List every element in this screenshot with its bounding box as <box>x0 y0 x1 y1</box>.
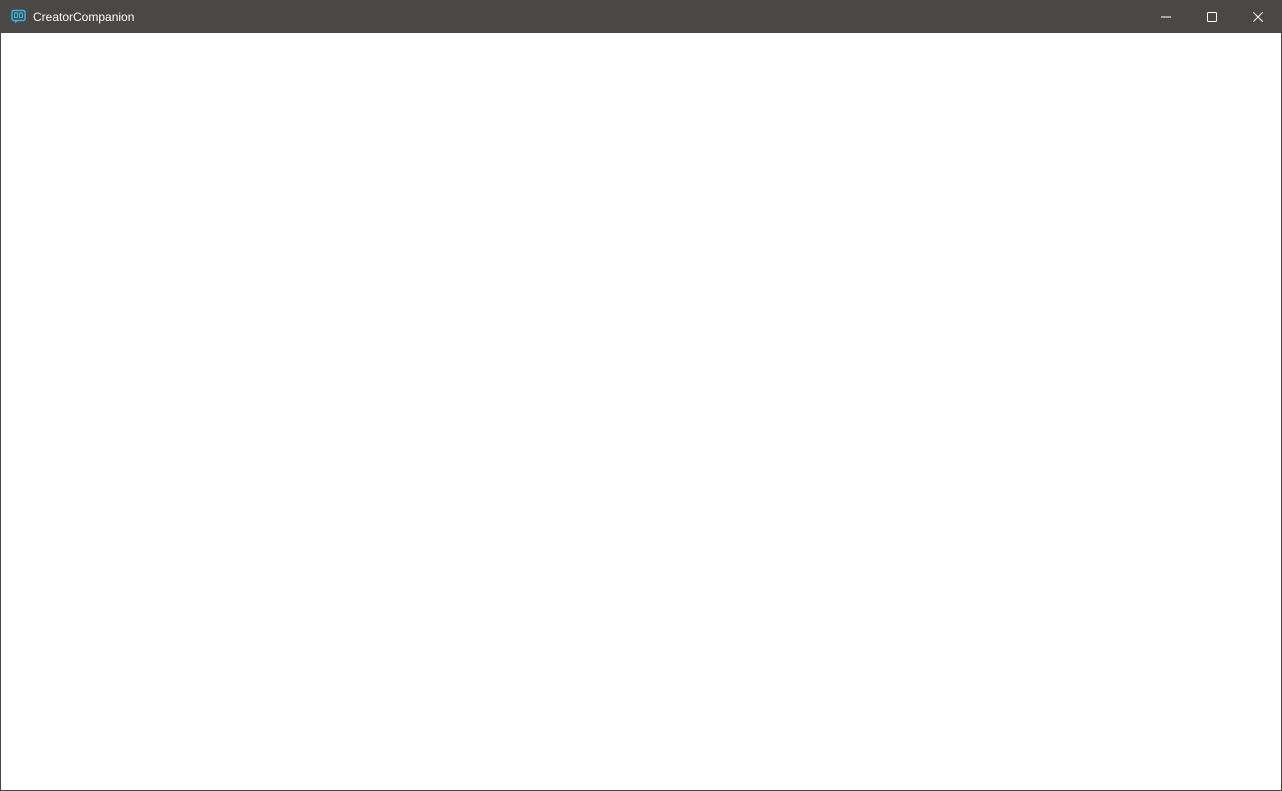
window-controls <box>1143 1 1281 33</box>
maximize-icon <box>1207 12 1217 22</box>
minimize-button[interactable] <box>1143 1 1189 33</box>
window-title: CreatorCompanion <box>33 10 135 24</box>
app-window: CreatorCompanion <box>0 0 1282 791</box>
close-button[interactable] <box>1235 1 1281 33</box>
title-bar[interactable]: CreatorCompanion <box>1 1 1281 33</box>
main-content-area <box>1 33 1281 790</box>
maximize-button[interactable] <box>1189 1 1235 33</box>
vcc-app-icon[interactable] <box>11 9 27 25</box>
minimize-icon <box>1161 12 1171 22</box>
close-icon <box>1253 12 1263 22</box>
